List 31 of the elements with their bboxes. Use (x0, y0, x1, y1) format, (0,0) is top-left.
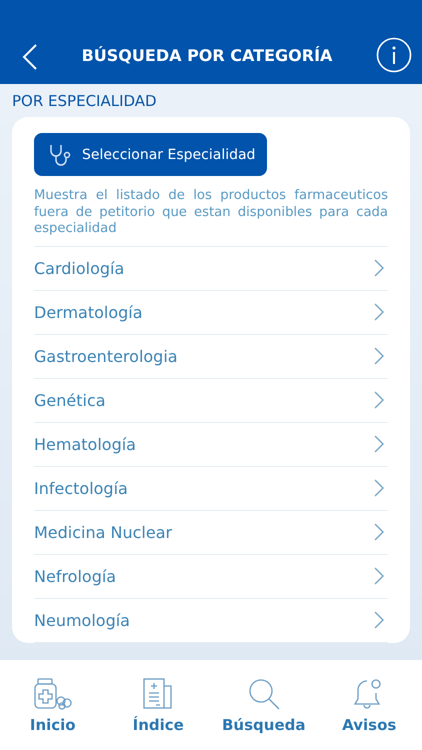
chevron-icon (374, 259, 384, 277)
screen-title: BÚSQUEDA POR CATEGORÍA (80, 46, 334, 65)
specialty-item[interactable]: Genética (34, 378, 388, 422)
section-title: POR ESPECIALIDAD (12, 92, 158, 110)
chevron-icon (374, 567, 384, 585)
specialty-item[interactable]: Hematología (34, 422, 388, 466)
tab-bar-item[interactable]: Avisos (324, 678, 414, 750)
tab-bar-item[interactable]: Inicio (8, 678, 98, 750)
specialty-item[interactable]: Medicina Nuclear (34, 510, 388, 554)
select-specialty-button[interactable]: Seleccionar Especialidad (34, 133, 268, 176)
chevron-icon (374, 523, 384, 541)
chevron-icon (374, 435, 384, 453)
specialty-item[interactable]: Nefrología (34, 554, 388, 598)
chevron-icon (374, 347, 384, 365)
chevron-icon (374, 391, 384, 409)
tab-bar-item[interactable]: Búsqueda (218, 678, 309, 750)
specialty-item[interactable]: Neumología (34, 598, 388, 642)
chevron-icon (374, 303, 384, 321)
specialty-item[interactable]: Infectología (34, 466, 388, 510)
chevron-icon (374, 611, 384, 629)
chevron-icon (374, 479, 384, 497)
specialty-item[interactable]: Cardiología (34, 246, 388, 290)
specialty-item[interactable]: Dermatología (34, 290, 388, 334)
specialty-item[interactable]: Gastroenterologia (34, 334, 388, 378)
search-icon (248, 678, 280, 710)
tab-bar-item[interactable]: Índice (113, 678, 204, 750)
info-icon[interactable] (376, 37, 412, 73)
medicine-bottle-icon (34, 678, 72, 710)
document-icon (142, 678, 174, 710)
description-text: Muestra el listado de los productos farmaceuticos fuera de petitorio que estan disponibles para cada especialidad (34, 188, 388, 238)
back-icon[interactable] (22, 43, 38, 71)
